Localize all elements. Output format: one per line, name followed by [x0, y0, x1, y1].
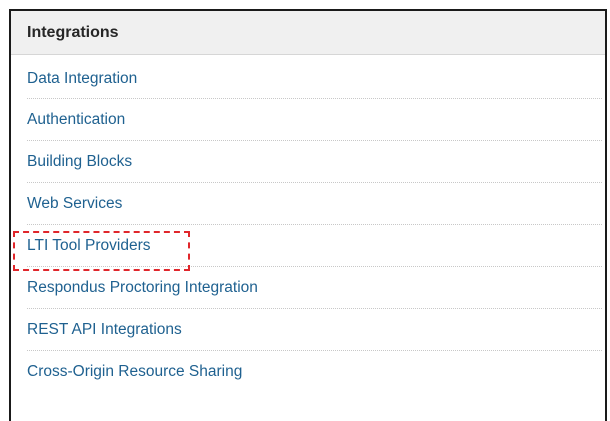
list-item-data-integration: Data Integration: [27, 59, 602, 99]
authentication-link[interactable]: Authentication: [27, 111, 125, 129]
list-item-authentication: Authentication: [27, 99, 602, 141]
respondus-proctoring-integration-link[interactable]: Respondus Proctoring Integration: [27, 279, 258, 297]
building-blocks-link[interactable]: Building Blocks: [27, 153, 132, 171]
integrations-link-list: Data Integration Authentication Building…: [11, 59, 605, 393]
list-item-rest-api-integrations: REST API Integrations: [27, 309, 602, 351]
list-item-building-blocks: Building Blocks: [27, 141, 602, 183]
list-item-web-services: Web Services: [27, 183, 602, 225]
lti-tool-providers-link[interactable]: LTI Tool Providers: [27, 237, 150, 255]
list-item-respondus-proctoring: Respondus Proctoring Integration: [27, 267, 602, 309]
list-item-lti-tool-providers: LTI Tool Providers: [27, 225, 602, 267]
integrations-panel: Integrations Data Integration Authentica…: [9, 9, 607, 421]
web-services-link[interactable]: Web Services: [27, 195, 122, 213]
data-integration-link[interactable]: Data Integration: [27, 70, 137, 88]
cross-origin-resource-sharing-link[interactable]: Cross-Origin Resource Sharing: [27, 363, 242, 381]
panel-header: Integrations: [11, 11, 605, 55]
panel-title: Integrations: [27, 23, 119, 41]
rest-api-integrations-link[interactable]: REST API Integrations: [27, 321, 182, 339]
list-item-cross-origin-resource-sharing: Cross-Origin Resource Sharing: [27, 351, 602, 393]
